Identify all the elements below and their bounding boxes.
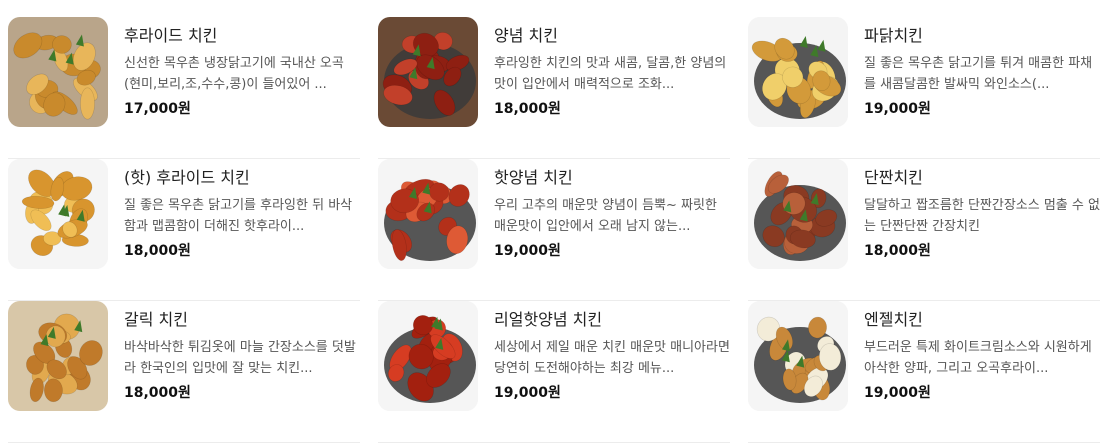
menu-item-description: 질 좋은 목우촌 닭고기를 튀겨 매콤한 파채를 새콤달콤한 발싸믹 와인소스(… <box>864 56 1093 92</box>
garlic-chicken-image-drawing <box>8 301 108 411</box>
menu-item-description: 신선한 목우촌 냉장닭고기에 국내산 오곡(현미,보리,조,수수,콩)이 들어있… <box>124 56 344 92</box>
menu-item-card[interactable]: 갈릭 치킨 바삭바삭한 튀김옷에 마늘 간장소스를 덧발라 한국인의 입맛에 잘… <box>8 301 360 443</box>
menu-item-card[interactable]: 핫양념 치킨 우리 고추의 매운맛 양념이 듬뿍~ 짜릿한 매운맛이 입안에서 … <box>378 159 730 301</box>
menu-item-name: 갈릭 치킨 <box>124 310 188 329</box>
menu-item-name: 엔젤치킨 <box>864 310 923 329</box>
menu-item-card[interactable]: 엔젤치킨 부드러운 특제 화이트크림소스와 시원하게 아삭한 양파, 그리고 오… <box>748 301 1100 443</box>
menu-item-name: 리얼핫양념 치킨 <box>494 310 603 329</box>
menu-item-info: 파닭치킨 질 좋은 목우촌 닭고기를 튀겨 매콤한 파채를 새콤달콤한 발싸믹 … <box>864 25 1100 119</box>
menu-item-card[interactable]: 파닭치킨 질 좋은 목우촌 닭고기를 튀겨 매콤한 파채를 새콤달콤한 발싸믹 … <box>748 17 1100 159</box>
menu-item-description: 질 좋은 목우촌 닭고기를 후라잉한 뒤 바삭함과 맵콤함이 더해진 핫후라이.… <box>124 198 353 234</box>
hot-fried-chicken-image <box>8 159 108 269</box>
fried-chicken-image-drawing <box>8 17 108 127</box>
menu-item-description: 달달하고 짭조름한 단짠간장소스 멈출 수 없는 단짠단짠 간장치킨 <box>864 198 1100 234</box>
menu-item-name: 단짠치킨 <box>864 168 923 187</box>
sweet-salty-chicken-image <box>748 159 848 269</box>
fried-chicken-image <box>8 17 108 127</box>
menu-item-price: 19,000원 <box>864 385 931 401</box>
menu-item-name: 후라이드 치킨 <box>124 26 218 45</box>
hot-fried-chicken-image-drawing <box>8 159 108 269</box>
menu-item-info: 핫양념 치킨 우리 고추의 매운맛 양념이 듬뿍~ 짜릿한 매운맛이 입안에서 … <box>494 167 730 261</box>
menu-item-name: 핫양념 치킨 <box>494 168 573 187</box>
menu-item-card[interactable]: 후라이드 치킨 신선한 목우촌 냉장닭고기에 국내산 오곡(현미,보리,조,수수… <box>8 17 360 159</box>
menu-item-price: 18,000원 <box>124 243 191 259</box>
menu-item-name: (핫) 후라이드 치킨 <box>124 168 250 187</box>
menu-item-price: 17,000원 <box>124 101 191 117</box>
menu-item-info: 리얼핫양념 치킨 세상에서 제일 매운 치킨 매운맛 매니아라면 당연히 도전해… <box>494 309 730 403</box>
menu-item-price: 19,000원 <box>494 385 561 401</box>
menu-item-card[interactable]: 리얼핫양념 치킨 세상에서 제일 매운 치킨 매운맛 매니아라면 당연히 도전해… <box>378 301 730 443</box>
menu-item-description: 바삭바삭한 튀김옷에 마늘 간장소스를 덧발라 한국인의 입맛에 잘 맞는 치킨… <box>124 340 356 376</box>
menu-item-card[interactable]: 단짠치킨 달달하고 짭조름한 단짠간장소스 멈출 수 없는 단짠단짠 간장치킨 … <box>748 159 1100 301</box>
menu-item-info: 엔젤치킨 부드러운 특제 화이트크림소스와 시원하게 아삭한 양파, 그리고 오… <box>864 309 1100 403</box>
menu-item-name: 파닭치킨 <box>864 26 923 45</box>
menu-item-price: 18,000원 <box>124 385 191 401</box>
menu-item-description: 세상에서 제일 매운 치킨 매운맛 매니아라면 당연히 도전해야하는 최강 메뉴… <box>494 340 730 376</box>
menu-item-price: 18,000원 <box>864 243 931 259</box>
menu-item-price: 18,000원 <box>494 101 561 117</box>
menu-item-price: 19,000원 <box>494 243 561 259</box>
menu-item-info: 갈릭 치킨 바삭바삭한 튀김옷에 마늘 간장소스를 덧발라 한국인의 입맛에 잘… <box>124 309 360 403</box>
menu-item-description: 부드러운 특제 화이트크림소스와 시원하게 아삭한 양파, 그리고 오곡후라이.… <box>864 340 1092 376</box>
menu-item-name: 양념 치킨 <box>494 26 558 45</box>
angel-chicken-image-drawing <box>748 301 848 411</box>
garlic-chicken-image <box>8 301 108 411</box>
menu-item-description: 후라잉한 치킨의 맛과 새콤, 달콤,한 양념의 맛이 입안에서 매력적으로 조… <box>494 56 727 92</box>
seasoned-chicken-image-drawing <box>378 17 478 127</box>
menu-item-price: 19,000원 <box>864 101 931 117</box>
seasoned-chicken-image <box>378 17 478 127</box>
menu-item-card[interactable]: 양념 치킨 후라잉한 치킨의 맛과 새콤, 달콤,한 양념의 맛이 입안에서 매… <box>378 17 730 159</box>
real-hot-seasoned-chicken-image <box>378 301 478 411</box>
menu-item-info: 후라이드 치킨 신선한 목우촌 냉장닭고기에 국내산 오곡(현미,보리,조,수수… <box>124 25 360 119</box>
menu-item-card[interactable]: (핫) 후라이드 치킨 질 좋은 목우촌 닭고기를 후라잉한 뒤 바삭함과 맵콤… <box>8 159 360 301</box>
menu-item-info: 단짠치킨 달달하고 짭조름한 단짠간장소스 멈출 수 없는 단짠단짠 간장치킨 … <box>864 167 1100 261</box>
green-onion-chicken-image-drawing <box>748 17 848 127</box>
hot-seasoned-chicken-image-drawing <box>378 159 478 269</box>
real-hot-seasoned-chicken-image-drawing <box>378 301 478 411</box>
menu-item-info: (핫) 후라이드 치킨 질 좋은 목우촌 닭고기를 후라잉한 뒤 바삭함과 맵콤… <box>124 167 360 261</box>
menu-item-description: 우리 고추의 매운맛 양념이 듬뿍~ 짜릿한 매운맛이 입안에서 오래 남지 않… <box>494 198 717 234</box>
hot-seasoned-chicken-image <box>378 159 478 269</box>
menu-item-info: 양념 치킨 후라잉한 치킨의 맛과 새콤, 달콤,한 양념의 맛이 입안에서 매… <box>494 25 730 119</box>
menu-grid: 후라이드 치킨 신선한 목우촌 냉장닭고기에 국내산 오곡(현미,보리,조,수수… <box>8 17 1108 443</box>
sweet-salty-chicken-image-drawing <box>748 159 848 269</box>
angel-chicken-image <box>748 301 848 411</box>
green-onion-chicken-image <box>748 17 848 127</box>
